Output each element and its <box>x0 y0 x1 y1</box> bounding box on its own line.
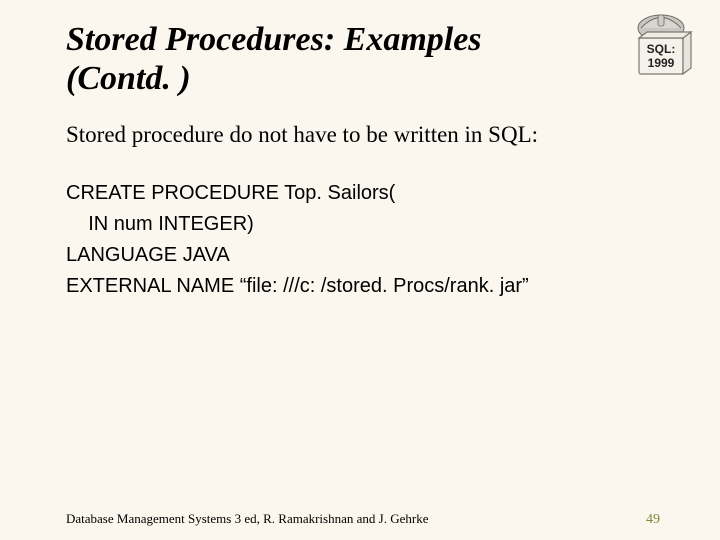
code-line-2: IN num INTEGER) <box>66 209 660 240</box>
footer: Database Management Systems 3 ed, R. Ram… <box>66 511 660 528</box>
code-block: CREATE PROCEDURE Top. Sailors( IN num IN… <box>66 178 660 302</box>
code-line-1: CREATE PROCEDURE Top. Sailors( <box>66 178 660 209</box>
page-number: 49 <box>646 512 660 528</box>
footer-text: Database Management Systems 3 ed, R. Ram… <box>66 511 428 527</box>
intro-text: Stored procedure do not have to be writt… <box>66 122 660 148</box>
slide: SQL: 1999 Stored Procedures: Examples (C… <box>0 0 720 540</box>
logo-text-top: SQL: <box>647 42 676 56</box>
sql-1999-logo: SQL: 1999 <box>624 12 698 86</box>
slide-title: Stored Procedures: Examples (Contd. ) <box>66 20 660 98</box>
logo-text-bottom: 1999 <box>648 56 675 70</box>
code-line-4: EXTERNAL NAME “file: ///c: /stored. Proc… <box>66 271 660 302</box>
code-line-3: LANGUAGE JAVA <box>66 240 660 271</box>
